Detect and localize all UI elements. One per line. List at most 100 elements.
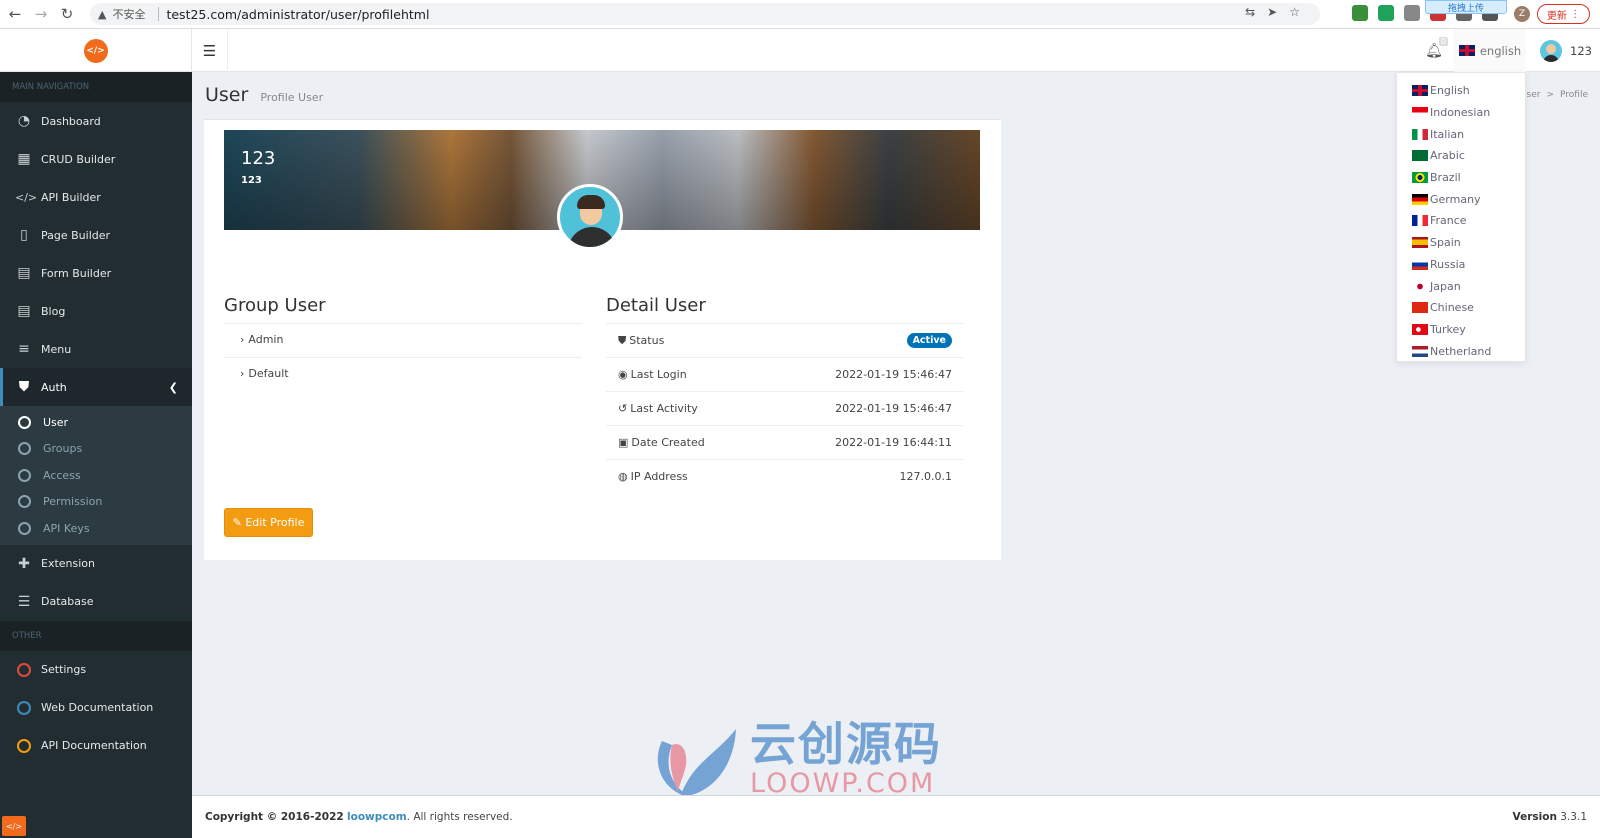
language-option-italian[interactable]: Italian — [1397, 123, 1525, 145]
browser-profile-avatar[interactable]: Z — [1514, 6, 1530, 22]
chevron-left-icon: ❮ — [168, 380, 178, 394]
language-toggle[interactable]: english — [1454, 29, 1526, 72]
language-label: France — [1430, 214, 1467, 228]
address-bar[interactable]: ▲ 不安全 test25.com/administrator/user/prof… — [90, 3, 1320, 25]
language-option-english[interactable]: English — [1397, 80, 1525, 102]
auth-submenu: User Groups Access Permission API Keys — [0, 406, 192, 545]
avatar — [1540, 39, 1562, 62]
language-option-russia[interactable]: Russia — [1397, 254, 1525, 276]
dashboard-icon: ◔ — [17, 113, 31, 129]
sidebar-item-auth[interactable]: ⛊ Auth ❮ — [0, 368, 192, 406]
forward-icon[interactable]: → — [30, 3, 52, 25]
profile-avatar — [557, 184, 623, 250]
japan-flag-icon — [1412, 280, 1428, 292]
language-option-brazil[interactable]: Brazil — [1397, 167, 1525, 189]
sidebar-item-crud-builder[interactable]: ▦ CRUD Builder — [0, 140, 192, 178]
translate-icon[interactable]: ⇆ — [1245, 5, 1255, 19]
detail-row-date-created: ▣ Date Created 2022-01-19 16:44:11 — [606, 425, 964, 459]
language-label: Brazil — [1430, 171, 1461, 185]
page-subtitle: Profile User — [260, 91, 324, 104]
send-icon[interactable]: ➤ — [1267, 5, 1277, 19]
group-item-admin[interactable]: › Admin — [240, 333, 283, 346]
saudi-flag-icon — [1412, 150, 1428, 162]
language-label: Germany — [1430, 192, 1481, 206]
notifications-toggle[interactable]: 🔔︎ 0 — [1418, 29, 1450, 72]
france-flag-icon — [1412, 215, 1428, 227]
sidebar-item-blog[interactable]: ▤ Blog — [0, 292, 192, 330]
detail-value: 2022-01-19 15:46:47 — [835, 368, 952, 381]
group-item-default[interactable]: › Default — [240, 367, 289, 380]
uk-flag-icon — [1412, 85, 1428, 97]
language-option-chinese[interactable]: Chinese — [1397, 297, 1525, 319]
language-option-netherland[interactable]: Netherland — [1397, 340, 1525, 362]
sidebar-item-menu[interactable]: ≡ Menu — [0, 330, 192, 368]
language-label: Russia — [1430, 257, 1466, 271]
sidebar-item-web-documentation[interactable]: Web Documentation — [0, 689, 192, 727]
watermark-logo-icon — [650, 721, 740, 799]
language-option-france[interactable]: France — [1397, 210, 1525, 232]
logo-area[interactable]: </> — [0, 29, 192, 72]
breadcrumb: User > Profile — [1520, 90, 1588, 100]
detail-value: 2022-01-19 16:44:11 — [835, 436, 952, 449]
sidebar-subitem-access[interactable]: Access — [0, 462, 192, 489]
page-title: User Profile User — [205, 84, 323, 106]
edit-profile-label: Edit Profile — [245, 516, 305, 529]
detail-label-text: Status — [629, 334, 665, 347]
edit-profile-button[interactable]: ✎ Edit Profile — [224, 508, 313, 537]
user-menu-toggle[interactable]: 123 — [1530, 29, 1600, 72]
china-flag-icon — [1412, 302, 1428, 314]
upload-badge[interactable]: 拖拽上传 — [1425, 0, 1507, 14]
sidebar-item-form-builder[interactable]: ▤ Form Builder — [0, 254, 192, 292]
language-label: english — [1479, 43, 1522, 58]
update-label: 更新 — [1546, 10, 1567, 22]
detail-user-title: Detail User — [606, 295, 706, 316]
reload-icon[interactable]: ↻ — [56, 3, 78, 25]
warning-icon: ▲ — [98, 7, 107, 21]
sidebar-item-extension[interactable]: ✚ Extension — [0, 545, 192, 583]
sidebar-item-page-builder[interactable]: ▯ Page Builder — [0, 216, 192, 254]
sidebar-subitem-user[interactable]: User — [0, 409, 192, 436]
sidebar-item-label: Page Builder — [41, 228, 111, 242]
status-badge: Active — [906, 333, 952, 348]
detail-label-text: Last Login — [630, 368, 687, 381]
bookmark-star-icon[interactable]: ☆ — [1289, 5, 1300, 19]
sidebar-subitem-permission[interactable]: Permission — [0, 489, 192, 516]
divider — [224, 357, 582, 358]
extension-green-icon[interactable] — [1352, 5, 1368, 21]
company-link[interactable]: loowpcom — [347, 811, 407, 823]
sidebar-subitem-api-keys[interactable]: API Keys — [0, 515, 192, 542]
sidebar: MAIN NAVIGATION ◔ Dashboard ▦ CRUD Build… — [0, 72, 192, 838]
notification-count: 0 — [1438, 37, 1448, 46]
history-icon: ↺ — [618, 402, 628, 415]
back-icon[interactable]: ← — [4, 3, 26, 25]
sidebar-item-database[interactable]: ☰ Database — [0, 583, 192, 621]
detail-row-last-login: ◉ Last Login 2022-01-19 15:46:47 — [606, 357, 964, 391]
profile-name: 123 — [241, 148, 276, 169]
sidebar-toggle-icon[interactable]: ☰ — [192, 29, 228, 72]
language-option-spain[interactable]: Spain — [1397, 232, 1525, 254]
language-option-indonesian[interactable]: Indonesian — [1397, 102, 1525, 124]
camera-icon[interactable] — [1404, 5, 1420, 21]
version: Version 3.3.1 — [1513, 811, 1587, 823]
sidebar-subitem-groups[interactable]: Groups — [0, 436, 192, 463]
browser-update-button[interactable]: 更新 ⋮ — [1537, 4, 1590, 24]
sidebar-item-label: Database — [41, 595, 94, 608]
sidebar-item-settings[interactable]: Settings — [0, 651, 192, 689]
browser-toolbar: ← → ↻ ▲ 不安全 test25.com/administrator/use… — [0, 0, 1600, 29]
spain-flag-icon — [1412, 237, 1428, 249]
language-option-arabic[interactable]: Arabic — [1397, 145, 1525, 167]
language-option-japan[interactable]: Japan — [1397, 275, 1525, 297]
circle-icon — [18, 521, 31, 535]
sidebar-item-api-documentation[interactable]: API Documentation — [0, 727, 192, 765]
puzzle-icon: ✚ — [18, 555, 30, 572]
sidebar-item-dashboard[interactable]: ◔ Dashboard — [0, 102, 192, 140]
language-option-germany[interactable]: Germany — [1397, 188, 1525, 210]
language-option-turkey[interactable]: Turkey — [1397, 319, 1525, 341]
detail-label: ▣ Date Created — [618, 436, 705, 449]
group-label: Admin — [248, 333, 284, 346]
shield-icon: ⛊ — [18, 379, 30, 395]
extension-shield-icon[interactable] — [1378, 5, 1394, 21]
bars-icon: ≡ — [18, 341, 30, 357]
sidebar-item-api-builder[interactable]: </> API Builder — [0, 178, 192, 216]
detail-label: ↺ Last Activity — [618, 402, 698, 415]
